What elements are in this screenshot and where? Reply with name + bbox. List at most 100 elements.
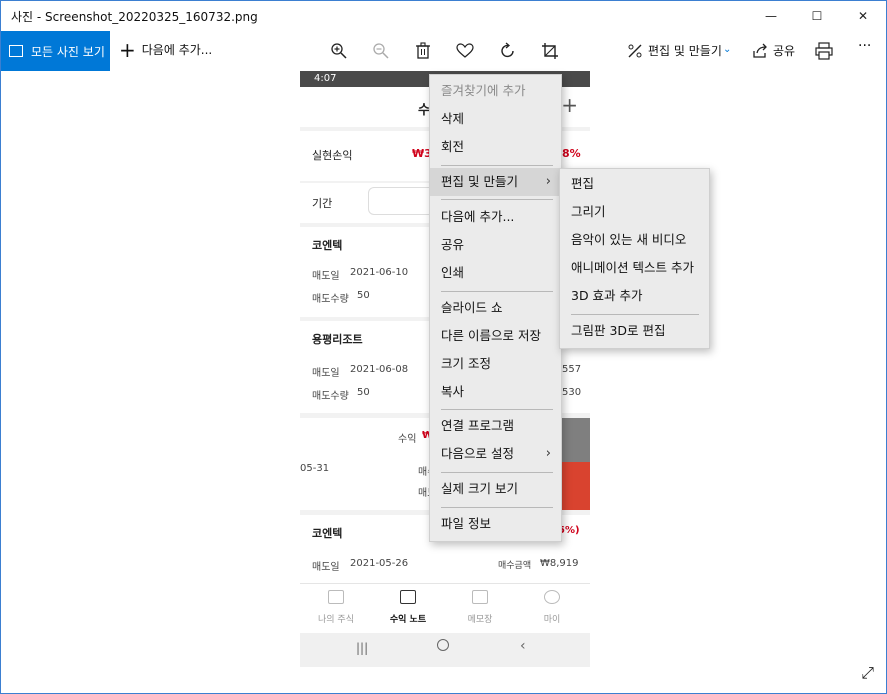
menu-separator bbox=[441, 507, 553, 508]
submenu-paint3d[interactable]: 그림판 3D로 편집 bbox=[560, 317, 709, 345]
toolbar: 모든 사진 보기 + 다음에 추가... 편집 및 만들기 ⌄ 공유 ··· bbox=[1, 31, 886, 71]
stock-name: 용평리조트 bbox=[312, 333, 363, 346]
rotate-icon[interactable] bbox=[496, 39, 520, 63]
title-bar: 사진 - Screenshot_20220325_160732.png — ☐ … bbox=[1, 1, 886, 31]
date-fragment: 05-31 bbox=[300, 463, 330, 474]
profit-label: 수익 bbox=[398, 434, 417, 445]
edit-create-submenu: 편집 그리기 음악이 있는 새 비디오 애니메이션 텍스트 추가 3D 효과 추… bbox=[559, 168, 710, 349]
nav-label: 나의 주식 bbox=[318, 615, 354, 625]
menu-separator bbox=[441, 165, 553, 166]
sell-date-label: 매도일 bbox=[312, 368, 340, 379]
nav-my: 마이 bbox=[516, 590, 588, 625]
chevron-down-icon[interactable]: ⌄ bbox=[723, 44, 731, 55]
fullscreen-expand-icon[interactable]: ⤢ bbox=[861, 663, 874, 683]
nav-memo: 메모장 bbox=[444, 590, 516, 625]
menu-edit-create[interactable]: 편집 및 만들기 › bbox=[430, 168, 561, 196]
realized-label: 실현손익 bbox=[312, 149, 353, 162]
value-fragment: 557 bbox=[562, 364, 582, 375]
zoom-out-icon[interactable] bbox=[369, 39, 393, 63]
sell-date-label: 매도일 bbox=[312, 271, 340, 282]
menu-share[interactable]: 공유 bbox=[430, 231, 561, 259]
home-icon bbox=[437, 639, 449, 651]
edit-create-button[interactable]: 편집 및 만들기 bbox=[648, 42, 722, 59]
window-title: 사진 - Screenshot_20220325_160732.png bbox=[11, 10, 258, 24]
zoom-in-icon[interactable] bbox=[327, 39, 351, 63]
value-fragment: 530 bbox=[562, 387, 582, 398]
submenu-edit[interactable]: 편집 bbox=[560, 170, 709, 198]
back-icon: ‹ bbox=[520, 638, 526, 654]
sell-date: 2021-06-08 bbox=[350, 364, 409, 375]
menu-rotate[interactable]: 회전 bbox=[430, 133, 561, 161]
menu-separator bbox=[441, 199, 553, 200]
chart-line-icon bbox=[328, 590, 344, 604]
menu-set-as[interactable]: 다음으로 설정 › bbox=[430, 440, 561, 468]
phone-plus-icon: + bbox=[561, 93, 578, 117]
submenu-draw[interactable]: 그리기 bbox=[560, 198, 709, 226]
menu-edit-create-label: 편집 및 만들기 bbox=[441, 174, 518, 189]
phone-bottom-nav: 나의 주식 수익 노트 메모장 마이 bbox=[300, 583, 590, 633]
menu-add-to[interactable]: 다음에 추가... bbox=[430, 203, 561, 231]
menu-separator bbox=[441, 409, 553, 410]
close-button[interactable]: ✕ bbox=[840, 1, 886, 31]
context-menu: 즐겨찾기에 추가 삭제 회전 편집 및 만들기 › 다음에 추가... 공유 인… bbox=[429, 74, 562, 542]
sell-date-label: 매도일 bbox=[312, 562, 340, 573]
crop-icon[interactable] bbox=[538, 39, 562, 63]
menu-separator bbox=[571, 314, 699, 315]
submenu-new-video[interactable]: 음악이 있는 새 비디오 bbox=[560, 226, 709, 254]
menu-print[interactable]: 인쇄 bbox=[430, 259, 561, 287]
buy-amount-label: 매수금액 bbox=[498, 561, 532, 571]
menu-delete[interactable]: 삭제 bbox=[430, 105, 561, 133]
submenu-3d-effects[interactable]: 3D 효과 추가 bbox=[560, 282, 709, 310]
menu-add-favorite[interactable]: 즐겨찾기에 추가 bbox=[430, 77, 561, 105]
nav-profit-notes: 수익 노트 bbox=[372, 590, 444, 625]
buy-amount: ₩8,919 bbox=[540, 558, 579, 569]
maximize-button[interactable]: ☐ bbox=[794, 1, 840, 31]
menu-open-with[interactable]: 연결 프로그램 bbox=[430, 412, 561, 440]
delete-icon[interactable] bbox=[411, 39, 435, 63]
chart-note-icon bbox=[400, 590, 416, 604]
sell-date: 2021-05-26 bbox=[350, 558, 409, 569]
chevron-right-icon: › bbox=[545, 174, 551, 189]
edit-create-icon bbox=[623, 39, 647, 63]
minimize-button[interactable]: — bbox=[748, 1, 794, 31]
nav-label: 마이 bbox=[543, 615, 561, 625]
menu-slideshow[interactable]: 슬라이드 쇼 bbox=[430, 294, 561, 322]
share-button[interactable]: 공유 bbox=[773, 42, 795, 59]
chevron-right-icon: › bbox=[545, 446, 551, 461]
period-label: 기간 bbox=[312, 197, 333, 210]
recents-icon: ||| bbox=[356, 641, 369, 655]
nav-label: 수익 노트 bbox=[389, 615, 427, 625]
add-to-button[interactable]: + 다음에 추가... bbox=[119, 37, 213, 62]
menu-resize[interactable]: 크기 조정 bbox=[430, 350, 561, 378]
photos-window: 사진 - Screenshot_20220325_160732.png — ☐ … bbox=[0, 0, 887, 694]
print-icon[interactable] bbox=[812, 39, 836, 63]
sell-qty: 50 bbox=[357, 290, 370, 301]
all-photos-button[interactable]: 모든 사진 보기 bbox=[1, 31, 110, 71]
sell-qty-label: 매도수량 bbox=[312, 294, 349, 305]
menu-separator bbox=[441, 472, 553, 473]
memo-icon bbox=[472, 590, 488, 604]
menu-set-as-label: 다음으로 설정 bbox=[441, 446, 514, 461]
submenu-animated-text[interactable]: 애니메이션 텍스트 추가 bbox=[560, 254, 709, 282]
stock-name: 코엔텍 bbox=[312, 527, 343, 540]
realized-pct: 8% bbox=[562, 147, 581, 160]
sell-qty: 50 bbox=[357, 387, 370, 398]
favorite-heart-icon[interactable] bbox=[453, 39, 477, 63]
status-time: 4:07 bbox=[314, 73, 337, 84]
menu-copy[interactable]: 복사 bbox=[430, 378, 561, 406]
menu-save-as[interactable]: 다른 이름으로 저장 bbox=[430, 322, 561, 350]
phone-system-nav: ||| ‹ bbox=[300, 633, 590, 667]
menu-separator bbox=[441, 291, 553, 292]
add-to-label: 다음에 추가... bbox=[141, 43, 213, 57]
more-options-button[interactable]: ··· bbox=[858, 38, 871, 54]
share-icon bbox=[748, 39, 772, 63]
nav-label: 메모장 bbox=[467, 615, 493, 625]
menu-file-info[interactable]: 파일 정보 bbox=[430, 510, 561, 538]
period-input bbox=[368, 187, 438, 215]
plus-icon: + bbox=[119, 37, 136, 62]
menu-actual-size[interactable]: 실제 크기 보기 bbox=[430, 475, 561, 503]
user-icon bbox=[544, 590, 560, 604]
all-photos-label: 모든 사진 보기 bbox=[31, 44, 105, 59]
nav-my-stocks: 나의 주식 bbox=[300, 590, 372, 625]
stock-name: 코엔텍 bbox=[312, 239, 343, 252]
